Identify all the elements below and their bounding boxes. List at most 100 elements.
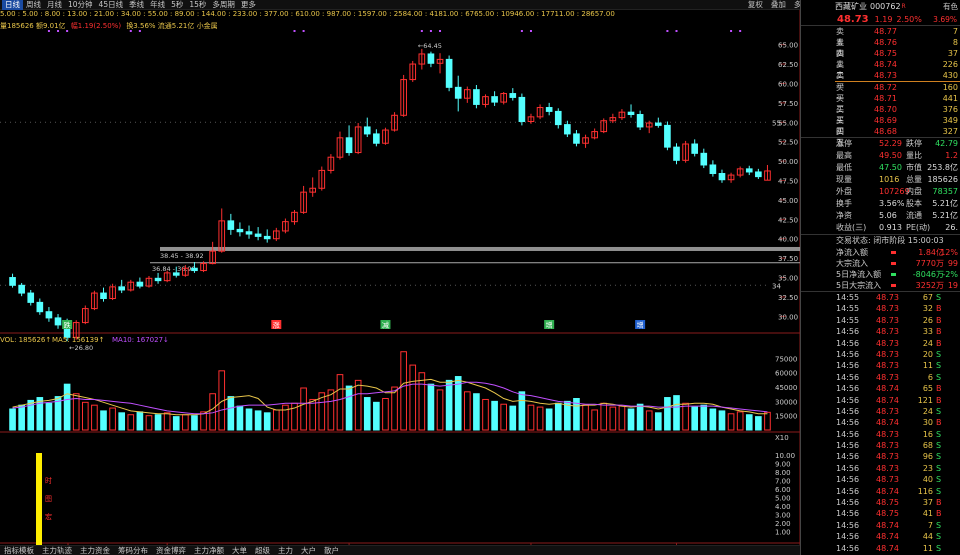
indicator-button[interactable]: 超级 xyxy=(251,546,274,555)
tick-side: S xyxy=(936,543,942,553)
volume-bar xyxy=(191,415,198,431)
candle xyxy=(554,108,562,129)
stat-row: 外盘 107269 内盘 78357 xyxy=(801,186,960,198)
period-tab[interactable]: 日线 xyxy=(2,0,23,10)
indicator-label: 宏 xyxy=(45,512,52,521)
kline-svg[interactable]: 65.00 62.50 60.00 57.50 55.00 52.50 50.00 47.50… xyxy=(0,10,800,545)
tick-volume: 24 xyxy=(922,406,933,416)
stat-label: 净资 xyxy=(836,211,852,220)
tick-volume: 96 xyxy=(922,452,933,462)
tick-time: 14:56 xyxy=(836,463,860,473)
tick-side: B xyxy=(936,498,942,508)
candle-body xyxy=(691,143,699,154)
tick-volume: 11 xyxy=(922,361,933,371)
candle xyxy=(454,75,462,112)
candle xyxy=(209,241,216,265)
price-axis-label: 37.50 xyxy=(778,255,798,263)
tick-volume: 16 xyxy=(922,429,933,439)
stat-value: 78357 xyxy=(932,187,958,196)
tick-price: 48.73 xyxy=(876,338,899,348)
volume-bar xyxy=(200,411,207,431)
tick-price: 48.73 xyxy=(876,315,899,325)
indicator-button[interactable]: 散户 xyxy=(320,546,343,555)
volume-bar xyxy=(182,414,189,431)
stat-value: 253.8亿 xyxy=(927,163,958,172)
candle xyxy=(227,213,235,235)
vol-ma5-line xyxy=(12,378,768,416)
signal-dot xyxy=(429,30,432,32)
tick-row: 14:55 48.73 26 B xyxy=(801,315,960,326)
vol-axis-label: 30000 xyxy=(775,398,797,406)
price-axis-label: 35.00 xyxy=(778,275,798,283)
volume-bar xyxy=(227,396,235,431)
kline-chart-pane[interactable]: 5.00 : 5.00 : 8.00 : 13.00 : 21.00 : 34.… xyxy=(0,10,800,545)
indicator-button[interactable]: 指标模板 xyxy=(0,546,38,555)
period-tab[interactable]: 季线 xyxy=(126,0,147,10)
tick-side: B xyxy=(936,418,942,428)
tick-time: 14:56 xyxy=(836,395,860,405)
tick-side: S xyxy=(936,293,942,302)
tick-side: S xyxy=(936,463,942,473)
candle xyxy=(700,148,708,169)
candle-body xyxy=(509,93,517,98)
tool-button[interactable]: 叠加 xyxy=(767,0,790,10)
volume-bar xyxy=(263,412,271,431)
flow-label: 大宗流入 xyxy=(836,259,868,268)
period-tab[interactable]: 5秒 xyxy=(168,0,186,10)
indicator-button[interactable]: 主力轨迹 xyxy=(38,546,76,555)
candle-body xyxy=(664,124,671,148)
period-tab[interactable]: 45日线 xyxy=(96,0,127,10)
flow-row: 5日大宗流入 3252万 19 xyxy=(801,280,960,291)
quote-panel: 西藏矿业 000762 R 有色 48.73 1.19 2.50% 3.69% … xyxy=(800,0,960,555)
candle xyxy=(418,48,426,70)
candle-body xyxy=(236,228,244,233)
volume-bar xyxy=(718,410,726,431)
tool-button[interactable]: 复权 xyxy=(744,0,767,10)
indicator-button[interactable]: 主力资金 xyxy=(76,546,114,555)
buy-label: 买三 xyxy=(836,105,844,125)
tick-side: S xyxy=(936,372,942,382)
signal-dot xyxy=(57,30,60,32)
stock-code: 000762 xyxy=(870,2,901,11)
tick-side: B xyxy=(936,384,942,394)
sector-label[interactable]: 有色 xyxy=(943,1,958,12)
period-tab[interactable]: 周线 xyxy=(23,0,44,10)
tick-side: B xyxy=(936,327,942,337)
tick-row: 14:56 48.74 121 B xyxy=(801,395,960,406)
indicator-button[interactable]: 主力净额 xyxy=(190,546,228,555)
period-tab[interactable]: 更多 xyxy=(238,0,259,10)
indicator-button[interactable]: 筹码分布 xyxy=(114,546,152,555)
stat-label: 最低 xyxy=(836,163,852,172)
sell-price: 48.75 xyxy=(874,49,897,58)
tick-volume: 116 xyxy=(917,486,933,496)
tick-time: 14:56 xyxy=(836,452,860,462)
candle xyxy=(363,117,371,138)
tick-price: 48.74 xyxy=(876,532,899,542)
indicator-button[interactable]: 大户 xyxy=(297,546,320,555)
tick-side: S xyxy=(936,452,942,462)
volume-bar xyxy=(427,383,435,431)
period-tab[interactable]: 15秒 xyxy=(186,0,209,10)
period-tab[interactable]: 年线 xyxy=(147,0,168,10)
tick-volume: 32 xyxy=(922,304,933,314)
sell-level: 卖二 48.74 226 xyxy=(801,59,960,80)
period-tab[interactable]: 多周期 xyxy=(209,0,238,10)
stat-label: 量比 xyxy=(906,151,922,160)
tick-list[interactable]: 14:55 48.73 67 S 14:55 48.73 32 B 14:55 48.73 26 B 1… xyxy=(801,291,960,555)
tick-row: 14:56 48.74 7 S xyxy=(801,520,960,531)
quote-stats: 涨停 52.29 跌停 42.79 最高 49.50 量比 1.2 最低 47.50 市值 253.8… xyxy=(801,137,960,234)
buy-price: 48.68 xyxy=(874,127,897,136)
period-tab[interactable]: 10分钟 xyxy=(65,0,96,10)
indicator-button[interactable]: 资金博弈 xyxy=(152,546,190,555)
tick-time: 14:56 xyxy=(836,361,860,371)
candle-body xyxy=(445,58,453,88)
flow-value: -8046万 xyxy=(912,270,944,279)
candle-body xyxy=(345,137,353,154)
tick-row: 14:56 48.73 68 S xyxy=(801,440,960,451)
period-tab[interactable]: 月线 xyxy=(44,0,65,10)
indicator-button[interactable]: 大单 xyxy=(228,546,251,555)
indicator-button[interactable]: 主力 xyxy=(274,546,297,555)
tick-price: 48.74 xyxy=(876,418,899,428)
volume-bar xyxy=(100,410,107,431)
buy-level: 买五 48.68 327 xyxy=(801,126,960,147)
